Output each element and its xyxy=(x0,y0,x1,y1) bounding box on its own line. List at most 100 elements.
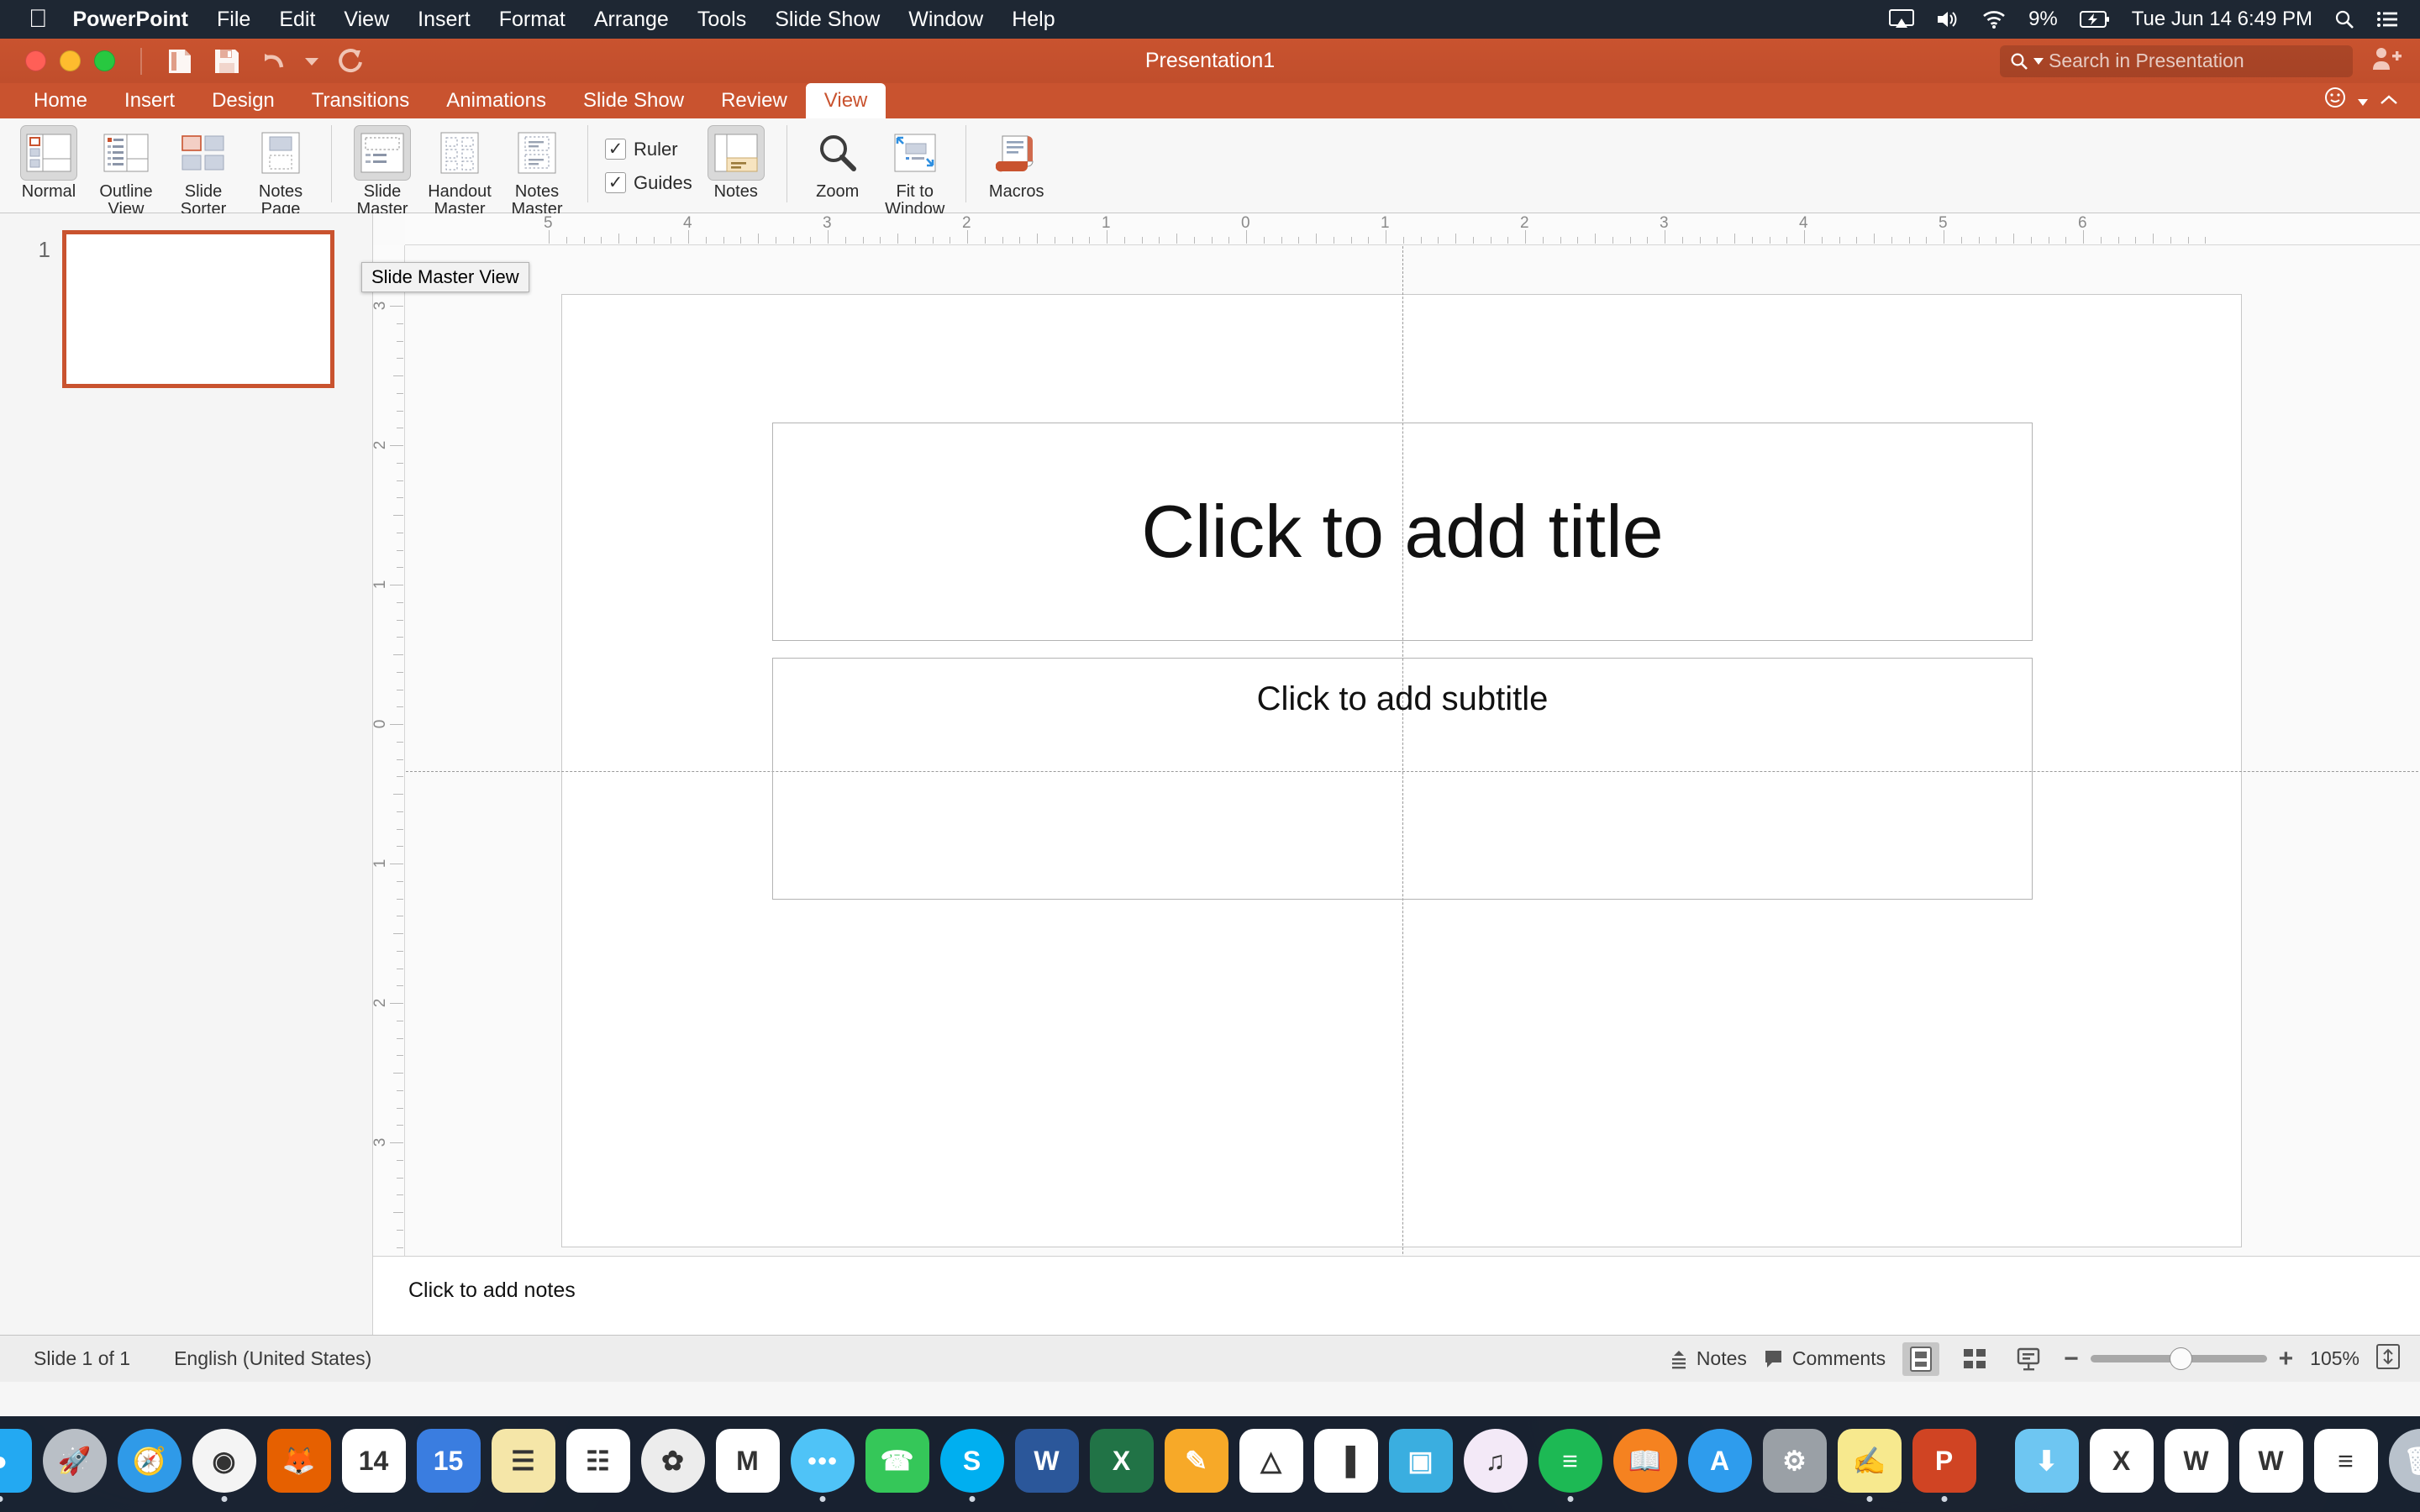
status-normal-view-button[interactable] xyxy=(1902,1341,1940,1376)
dock-item-pages[interactable]: ✎ xyxy=(1164,1429,1228,1493)
tab-view[interactable]: View xyxy=(805,83,886,118)
dock-item-messages[interactable]: ●●● xyxy=(790,1429,855,1502)
slide-canvas[interactable]: Click to add title Click to add subtitle xyxy=(405,245,2420,1256)
tab-review[interactable]: Review xyxy=(702,83,806,118)
ribbon-outline-view-button[interactable]: Outline View xyxy=(87,118,165,218)
zoom-slider-track[interactable] xyxy=(2090,1347,2267,1370)
undo-icon[interactable] xyxy=(255,44,293,79)
dock-item-gmail[interactable]: M xyxy=(715,1429,780,1493)
undo-dropdown-icon[interactable] xyxy=(302,44,322,79)
redo-icon[interactable] xyxy=(330,44,369,79)
dock-item-word-document-2[interactable]: W xyxy=(2238,1429,2303,1493)
dock-item-text-document[interactable]: ≡ xyxy=(2313,1429,2378,1493)
slide-thumbnail-panel[interactable]: 1 xyxy=(0,213,373,1335)
dock[interactable]: ◑ 🚀 🧭 ◉ 🦊 14 15 ☰ ☷ ✿ M ●●● ☎ S W X ✎ △ ▐ ▣ ♫ ≡ 📖 A ⚙ ✍ P ⬇ X W W ≡ 🗑 xyxy=(0,1416,2420,1512)
ribbon-handout-master-button[interactable]: Handout Master xyxy=(421,118,498,218)
menu-slide-show[interactable]: Slide Show xyxy=(775,8,880,32)
dock-item-keynote[interactable]: ▣ xyxy=(1388,1429,1453,1493)
ruler-checkbox[interactable]: ✓ Ruler xyxy=(605,139,692,160)
menu-file[interactable]: File xyxy=(217,8,250,32)
zoom-out-button[interactable]: − xyxy=(2064,1345,2079,1373)
menu-arrange[interactable]: Arrange xyxy=(594,8,669,32)
smiley-dropdown-icon[interactable] xyxy=(2358,89,2368,111)
search-input[interactable]: Search in Presentation xyxy=(2000,45,2353,77)
dock-item-ibooks[interactable]: 📖 xyxy=(1612,1429,1677,1493)
ribbon-notes-button[interactable]: Notes xyxy=(697,118,775,201)
slide-thumbnail-1[interactable] xyxy=(62,230,334,388)
tab-animations[interactable]: Animations xyxy=(428,83,565,118)
tab-transitions[interactable]: Transitions xyxy=(293,83,428,118)
wifi-icon[interactable] xyxy=(1981,9,2007,29)
dock-item-app-store[interactable]: A xyxy=(1687,1429,1752,1493)
maximize-button[interactable] xyxy=(94,50,115,71)
zoom-slider-control[interactable]: − + xyxy=(2064,1345,2293,1373)
horizontal-ruler[interactable]: 5 4 3 2 1 0 1 2 3 4 5 6 xyxy=(405,213,2420,245)
dock-item-chrome[interactable]: ◉ xyxy=(192,1429,256,1502)
ribbon-slide-master-button[interactable]: Slide Master xyxy=(344,118,421,218)
battery-charging-icon[interactable] xyxy=(2079,10,2110,29)
add-person-icon[interactable] xyxy=(2371,46,2402,76)
dock-item-numbers[interactable]: ▐ xyxy=(1313,1429,1378,1493)
minimize-button[interactable] xyxy=(60,50,81,71)
tab-home[interactable]: Home xyxy=(15,83,106,118)
ribbon-normal-view-button[interactable]: Normal xyxy=(10,118,87,201)
status-slide-sorter-button[interactable] xyxy=(1956,1342,1993,1376)
collapse-ribbon-icon[interactable] xyxy=(2380,89,2398,111)
dock-item-word[interactable]: W xyxy=(1014,1429,1079,1493)
dock-item-excel[interactable]: X xyxy=(1089,1429,1154,1493)
menu-view[interactable]: View xyxy=(344,8,389,32)
menubar-app-name[interactable]: PowerPoint xyxy=(73,8,189,32)
save-icon[interactable] xyxy=(208,44,246,79)
ribbon-zoom-button[interactable]: Zoom xyxy=(799,118,876,201)
title-placeholder[interactable]: Click to add title xyxy=(772,423,2033,641)
airplay-icon[interactable] xyxy=(1889,9,1915,29)
language-indicator[interactable]: English (United States) xyxy=(174,1347,371,1370)
new-slide-icon[interactable] xyxy=(160,44,199,79)
volume-icon[interactable] xyxy=(1936,9,1960,29)
dock-item-fantastical[interactable]: 15 xyxy=(416,1429,481,1493)
status-slideshow-button[interactable] xyxy=(2010,1342,2047,1376)
notification-center-icon[interactable] xyxy=(2376,10,2398,29)
notes-pane[interactable]: Click to add notes xyxy=(373,1256,2420,1335)
dock-item-calendar[interactable]: 14 xyxy=(341,1429,406,1493)
dock-item-notes[interactable]: ☰ xyxy=(491,1429,555,1493)
dock-item-safari[interactable]: 🧭 xyxy=(117,1429,182,1493)
vertical-ruler[interactable]: 3 2 1 0 1 2 3 xyxy=(373,245,405,1256)
guides-checkbox[interactable]: ✓ Guides xyxy=(605,172,692,194)
menu-tools[interactable]: Tools xyxy=(697,8,746,32)
zoom-in-button[interactable]: + xyxy=(2279,1345,2294,1373)
apple-icon[interactable]:  xyxy=(29,7,48,32)
smiley-feedback-icon[interactable] xyxy=(2324,87,2346,113)
tab-design[interactable]: Design xyxy=(193,83,293,118)
dock-item-google-drive[interactable]: △ xyxy=(1239,1429,1303,1493)
ribbon-slide-sorter-button[interactable]: Slide Sorter xyxy=(165,118,242,218)
menu-window[interactable]: Window xyxy=(908,8,983,32)
spotlight-search-icon[interactable] xyxy=(2334,9,2354,29)
dock-item-finder[interactable]: ◑ xyxy=(0,1429,32,1502)
ribbon-macros-button[interactable]: Macros xyxy=(978,118,1055,201)
dock-item-system-preferences[interactable]: ⚙ xyxy=(1762,1429,1827,1493)
dock-item-itunes[interactable]: ♫ xyxy=(1463,1429,1528,1493)
dock-item-launchpad[interactable]: 🚀 xyxy=(42,1429,107,1493)
ribbon-notes-page-button[interactable]: Notes Page xyxy=(242,118,319,218)
tab-slide-show[interactable]: Slide Show xyxy=(565,83,702,118)
tab-insert[interactable]: Insert xyxy=(106,83,193,118)
dock-item-stickies[interactable]: ✍ xyxy=(1837,1429,1902,1502)
menu-help[interactable]: Help xyxy=(1012,8,1055,32)
menu-edit[interactable]: Edit xyxy=(279,8,315,32)
dock-item-skype[interactable]: S xyxy=(939,1429,1004,1502)
slide-surface[interactable]: Click to add title Click to add subtitle xyxy=(406,246,2420,1256)
dock-item-downloads-folder[interactable]: ⬇ xyxy=(2014,1429,2079,1493)
dock-item-photos[interactable]: ✿ xyxy=(640,1429,705,1493)
fit-slide-to-window-icon[interactable] xyxy=(2376,1343,2400,1374)
dock-item-trash[interactable]: 🗑 xyxy=(2388,1429,2420,1493)
thumbnail-list-item[interactable]: 1 xyxy=(0,230,372,388)
status-comments-button[interactable]: Comments xyxy=(1764,1347,1886,1370)
close-button[interactable] xyxy=(25,50,46,71)
dock-item-powerpoint[interactable]: P xyxy=(1912,1429,1976,1502)
status-notes-button[interactable]: Notes xyxy=(1668,1347,1747,1370)
dock-item-firefox[interactable]: 🦊 xyxy=(266,1429,331,1493)
menubar-datetime[interactable]: Tue Jun 14 6:49 PM xyxy=(2132,8,2312,31)
ribbon-fit-to-window-button[interactable]: Fit to Window xyxy=(876,118,954,218)
dock-item-excel-document[interactable]: X xyxy=(2089,1429,2154,1493)
